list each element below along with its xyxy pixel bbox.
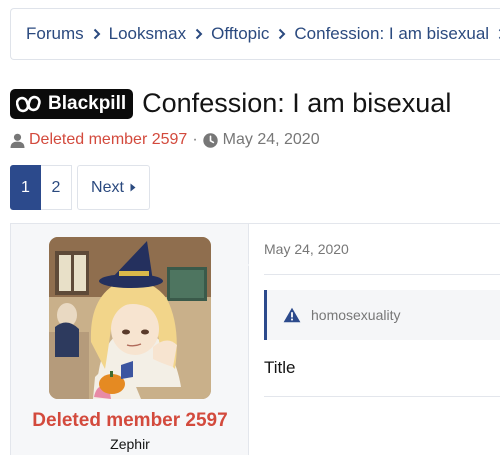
thread-prefix-badge[interactable]: Blackpill xyxy=(10,88,134,119)
breadcrumb-label: Looksmax xyxy=(108,24,187,43)
pagination: 1 2 Next xyxy=(10,165,150,210)
post-user-title: Zephir xyxy=(110,436,150,452)
post-user-cell: Deleted member 2597 Zephir xyxy=(11,224,259,455)
chevron-right-icon xyxy=(93,28,101,40)
breadcrumb-item-looksmax[interactable]: Looksmax xyxy=(109,24,211,44)
divider xyxy=(264,396,500,397)
page-title: Confession: I am bisexual xyxy=(142,88,452,118)
breadcrumb-item-thread[interactable]: Confession: I am bisexual xyxy=(294,24,500,44)
thread-title-row: Blackpill Confession: I am bisexual xyxy=(10,88,451,119)
breadcrumb: Forums Looksmax Offtopic Confession: I a… xyxy=(10,8,500,60)
avatar-image xyxy=(49,237,211,399)
breadcrumb-item-forums[interactable]: Forums xyxy=(26,24,109,44)
user-icon xyxy=(10,133,25,148)
chevron-right-icon xyxy=(195,28,203,40)
divider xyxy=(264,274,500,275)
page-2-button[interactable]: 2 xyxy=(41,165,72,210)
post-date-link[interactable]: May 24, 2020 xyxy=(264,241,349,257)
breadcrumb-label: Offtopic xyxy=(211,24,270,43)
post-body: Title xyxy=(264,358,296,377)
page-1-button[interactable]: 1 xyxy=(10,165,41,210)
breadcrumb-label: Confession: I am bisexual xyxy=(294,24,490,43)
post: Deleted member 2597 Zephir May 24, 2020 … xyxy=(10,223,500,455)
post-notice: homosexuality xyxy=(264,290,500,340)
breadcrumb-item-offtopic[interactable]: Offtopic xyxy=(211,24,294,44)
next-page-button[interactable]: Next xyxy=(77,165,150,210)
avatar[interactable] xyxy=(49,237,211,399)
thread-date-link[interactable]: May 24, 2020 xyxy=(223,131,320,149)
breadcrumb-label: Forums xyxy=(26,24,84,43)
thread-meta: Deleted member 2597 · May 24, 2020 xyxy=(10,131,320,149)
post-tag[interactable]: homosexuality xyxy=(311,307,401,323)
caret-right-icon xyxy=(130,183,136,192)
blackpill-logo-icon xyxy=(16,95,41,112)
clock-icon xyxy=(202,132,218,148)
thread-prefix-label: Blackpill xyxy=(48,92,127,114)
post-main: May 24, 2020 homosexuality Title xyxy=(249,224,500,455)
chevron-right-icon xyxy=(278,28,286,40)
next-page-label: Next xyxy=(91,178,124,196)
warning-icon xyxy=(283,307,301,323)
thread-author-link[interactable]: Deleted member 2597 xyxy=(29,131,187,149)
post-username[interactable]: Deleted member 2597 xyxy=(11,410,249,432)
meta-separator: · xyxy=(192,131,198,148)
